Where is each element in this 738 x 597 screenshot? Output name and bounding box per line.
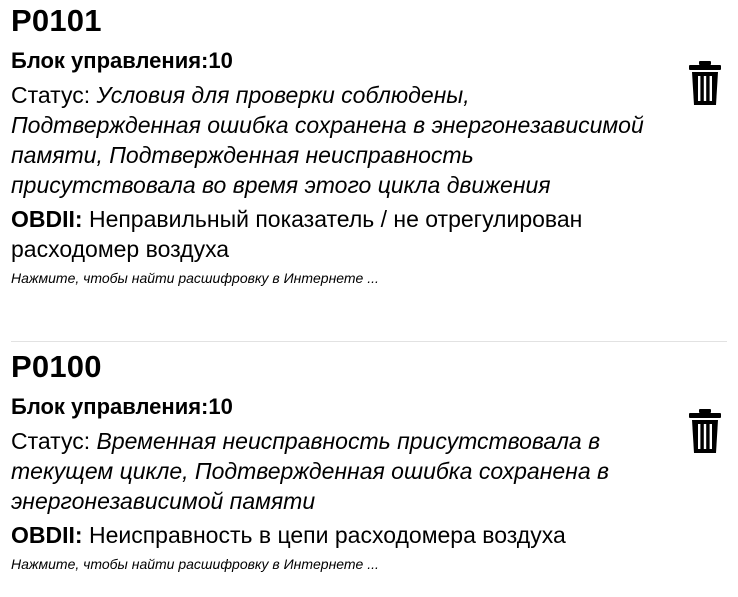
error-code: P0100: [11, 349, 102, 384]
search-online-link[interactable]: Нажмите, чтобы найти расшифровку в Интер…: [11, 555, 658, 573]
trash-icon[interactable]: [688, 408, 722, 454]
obd-description: OBDII: Неисправность в цепи расходомера …: [11, 520, 658, 550]
status-text: Статус: Условия для проверки соблюдены, …: [11, 80, 658, 200]
status-text: Статус: Временная неисправность присутст…: [11, 426, 658, 516]
status-label: Статус:: [11, 82, 91, 108]
search-online-link[interactable]: Нажмите, чтобы найти расшифровку в Интер…: [11, 269, 658, 287]
control-module: Блок управления:10: [11, 48, 233, 73]
error-code: P0101: [11, 3, 102, 38]
status-label: Статус:: [11, 428, 91, 454]
status-value: Временная неисправность присутствовала в…: [11, 428, 609, 514]
obd-label: OBDII:: [11, 522, 83, 548]
obd-value: Неисправность в цепи расходомера воздуха: [88, 522, 566, 548]
trash-icon[interactable]: [688, 60, 722, 106]
obd-description: OBDII: Неправильный показатель / не отре…: [11, 204, 658, 264]
obd-label: OBDII:: [11, 206, 83, 232]
obd-value: Неправильный показатель / не отрегулиров…: [11, 206, 583, 262]
control-module: Блок управления:10: [11, 394, 233, 419]
status-value: Условия для проверки соблюдены, Подтверж…: [11, 82, 644, 198]
error-list: P0101 Блок управления:10 Статус: Условия…: [0, 0, 738, 573]
error-item[interactable]: P0100 Блок управления:10 Статус: Временн…: [0, 342, 738, 573]
error-item[interactable]: P0101 Блок управления:10 Статус: Условия…: [0, 0, 738, 342]
